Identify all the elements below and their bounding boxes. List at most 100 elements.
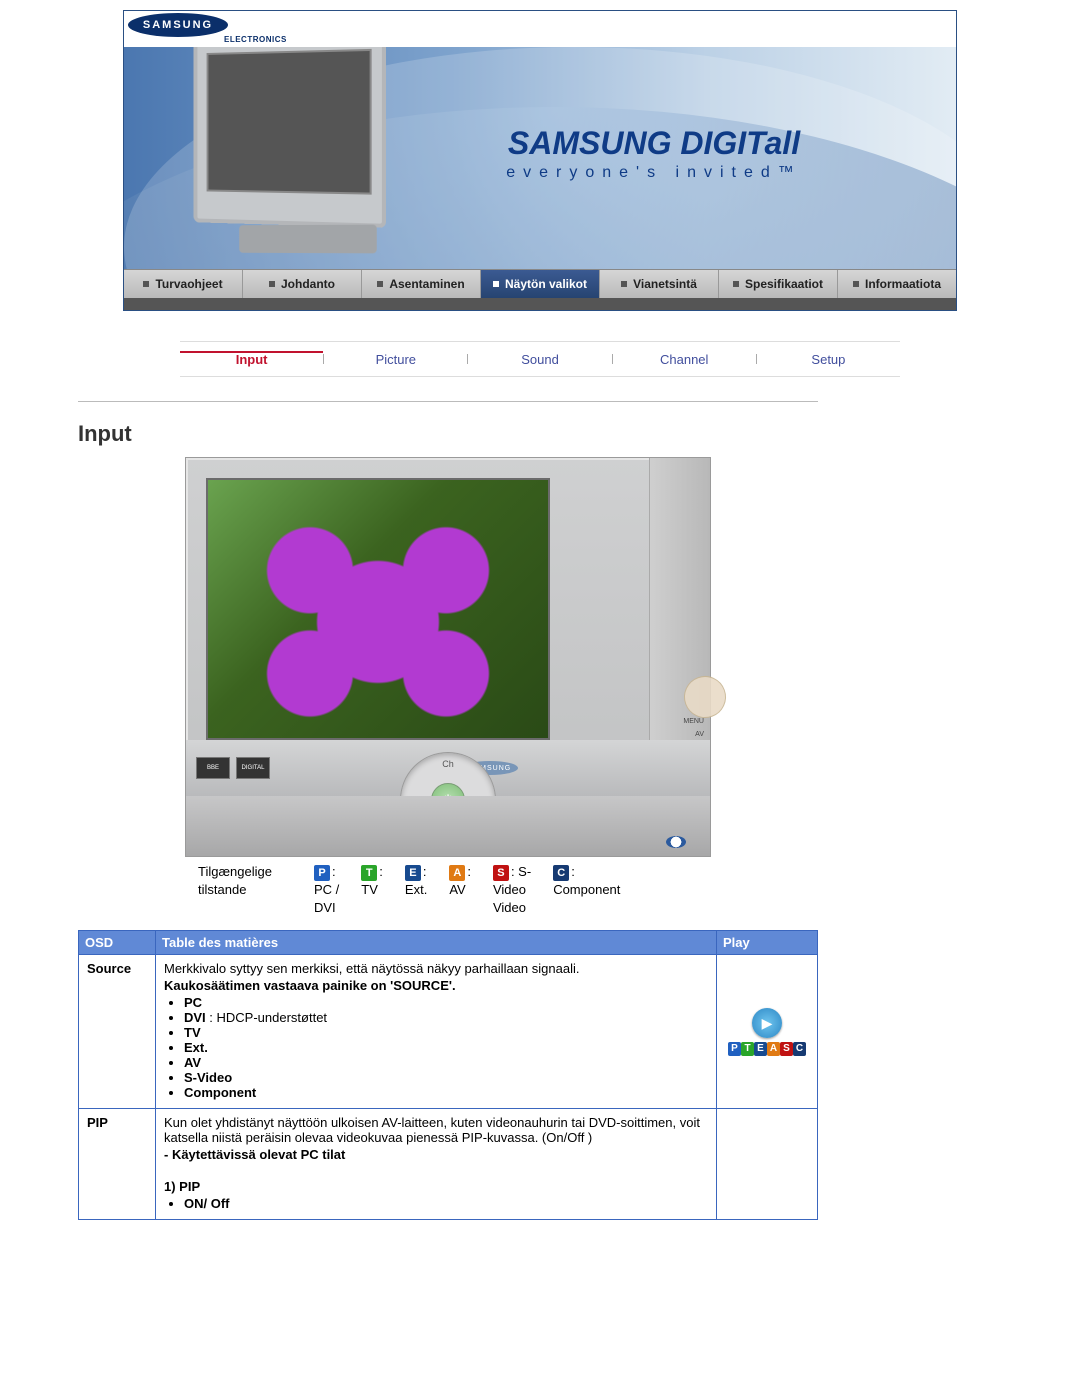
base-foot-icon (666, 836, 686, 848)
mode-label2: DVI (314, 900, 336, 915)
mode-colon: : (332, 864, 336, 879)
subnav-item-channel[interactable]: Channel (613, 352, 756, 367)
list-item: AV (184, 1055, 708, 1070)
mode-badge-P: P (314, 865, 330, 881)
modes-list: P: PC /DVI T: TV E: Ext. A: AV S: S- Vid… (314, 863, 634, 918)
subnav-item-picture[interactable]: Picture (324, 352, 467, 367)
mode-badge-C: C (793, 1042, 806, 1056)
cell-play (717, 1108, 818, 1219)
mode-badge-A: A (449, 865, 465, 881)
digital-badge: DIGITAL (236, 757, 270, 779)
cell-play: PTEASC (717, 954, 818, 1108)
cell-desc: Kun olet yhdistänyt näyttöön ulkoisen AV… (156, 1108, 717, 1219)
main-nav: Turvaohjeet Johdanto Asentaminen Näytön val… (124, 269, 956, 298)
mode-badge-A: A (767, 1042, 780, 1056)
samsung-logo: SAMSUNG ELECTRONICS (124, 11, 244, 47)
nav-item-label: Näytön valikot (505, 277, 587, 291)
mode-badge-P: P (728, 1042, 741, 1056)
sub-nav: InputPictureSoundChannelSetup (180, 341, 900, 377)
nav-item-n-yt-n-valikot[interactable]: Näytön valikot (481, 270, 600, 298)
play-mode-badges: PTEASC (725, 1042, 809, 1056)
mode-colon: : S- (511, 864, 531, 879)
desc-strong: - Käytettävissä olevat PC tilat (164, 1147, 708, 1162)
control-ch-up: Ch (442, 759, 454, 769)
desc-subsection-title: 1) PIP (164, 1179, 708, 1194)
nav-footer-bar (124, 298, 956, 310)
mode-label: Ext. (405, 882, 427, 897)
monitor-side-buttons: MENUAVENTER/SOURCEPIP (649, 458, 710, 786)
nav-item-label: Spesifikaatiot (745, 277, 823, 291)
nav-bullet-icon (853, 281, 859, 287)
header-banner: SAMSUNG ELECTRONICS SAMSUNG DIGITall eve… (123, 10, 957, 311)
nav-bullet-icon (269, 281, 275, 287)
mode-badge-S: S (780, 1042, 793, 1056)
list-item: PC (184, 995, 708, 1010)
play-button[interactable] (752, 1008, 782, 1038)
subnav-item-input[interactable]: Input (180, 352, 323, 367)
nav-item-informaatiota[interactable]: Informaatiota (838, 270, 956, 298)
monitor-bezel: BBE DIGITAL SAMSUNG Ch ▼ Ch Vol – Vol + … (186, 740, 710, 796)
osd-table: OSD Table des matières Play Source Merkki… (78, 930, 818, 1220)
desc-text: Merkkivalo syttyy sen merkiksi, että näy… (164, 961, 708, 976)
cell-desc: Merkkivalo syttyy sen merkiksi, että näy… (156, 954, 717, 1108)
subnav-item-sound[interactable]: Sound (468, 352, 611, 367)
nav-bullet-icon (377, 281, 383, 287)
mode-colon: : (379, 864, 383, 879)
col-header-osd: OSD (79, 930, 156, 954)
mode-colon: : (571, 864, 575, 879)
mode-label: Video (493, 882, 526, 897)
col-header-desc: Table des matières (156, 930, 717, 954)
nav-item-vianetsint-[interactable]: Vianetsintä (600, 270, 719, 298)
cell-osd: PIP (79, 1108, 156, 1219)
monitor-base (186, 796, 710, 856)
mode-label: Component (553, 882, 620, 897)
bbe-badge: BBE (196, 757, 230, 779)
nav-item-label: Vianetsintä (633, 277, 697, 291)
digitall-tagline: SAMSUNG DIGITall everyone's invited™ (414, 125, 894, 182)
mode-badge-E: E (754, 1042, 767, 1056)
hero-monitor-image (188, 47, 386, 253)
mode-badge-T: T (741, 1042, 754, 1056)
digitall-line1: SAMSUNG DIGITall (414, 125, 894, 162)
section-title: Input (78, 421, 818, 447)
nav-item-label: Asentaminen (389, 277, 464, 291)
list-item: TV (184, 1025, 708, 1040)
nav-item-label: Turvaohjeet (155, 277, 222, 291)
banner-hero: SAMSUNG DIGITall everyone's invited™ (124, 47, 956, 269)
nav-item-johdanto[interactable]: Johdanto (243, 270, 362, 298)
modes-lead-l2: tilstande (198, 882, 246, 897)
monitor-screen-flower-image (206, 478, 550, 740)
list-item: ON/ Off (184, 1196, 708, 1211)
list-item: Component (184, 1085, 708, 1100)
samsung-wordmark: SAMSUNG (128, 13, 228, 37)
nav-item-turvaohjeet[interactable]: Turvaohjeet (124, 270, 243, 298)
desc-text: Kun olet yhdistänyt näyttöön ulkoisen AV… (164, 1115, 708, 1145)
mode-label: TV (361, 882, 378, 897)
modes-lead: Tilgængelige tilstande (198, 863, 308, 899)
desc-bullets: ON/ Off (164, 1196, 708, 1211)
mode-label: AV (449, 882, 465, 897)
list-item: Ext. (184, 1040, 708, 1055)
nav-bullet-icon (143, 281, 149, 287)
desc-bullets: PCDVI : HDCP-understøttetTVExt.AVS-Video… (164, 995, 708, 1100)
logo-row: SAMSUNG ELECTRONICS (124, 11, 956, 47)
nav-bullet-icon (493, 281, 499, 287)
samsung-subbrand: ELECTRONICS (224, 35, 287, 44)
nav-item-label: Johdanto (281, 277, 335, 291)
nav-item-asentaminen[interactable]: Asentaminen (362, 270, 481, 298)
subnav-item-setup[interactable]: Setup (757, 352, 900, 367)
nav-bullet-icon (733, 281, 739, 287)
available-modes-row: Tilgængelige tilstande P: PC /DVI T: TV … (198, 863, 698, 918)
col-header-play: Play (717, 930, 818, 954)
mode-label2: Video (493, 900, 526, 915)
mode-badge-E: E (405, 865, 421, 881)
divider (78, 401, 818, 403)
mode-colon: : (423, 864, 427, 879)
nav-item-label: Informaatiota (865, 277, 941, 291)
table-row: Source Merkkivalo syttyy sen merkiksi, et… (79, 954, 818, 1108)
table-row: PIP Kun olet yhdistänyt näyttöön ulkoisen… (79, 1108, 818, 1219)
list-item: DVI : HDCP-understøttet (184, 1010, 708, 1025)
nav-bullet-icon (621, 281, 627, 287)
nav-item-spesifikaatiot[interactable]: Spesifikaatiot (719, 270, 838, 298)
cell-osd: Source (79, 954, 156, 1108)
